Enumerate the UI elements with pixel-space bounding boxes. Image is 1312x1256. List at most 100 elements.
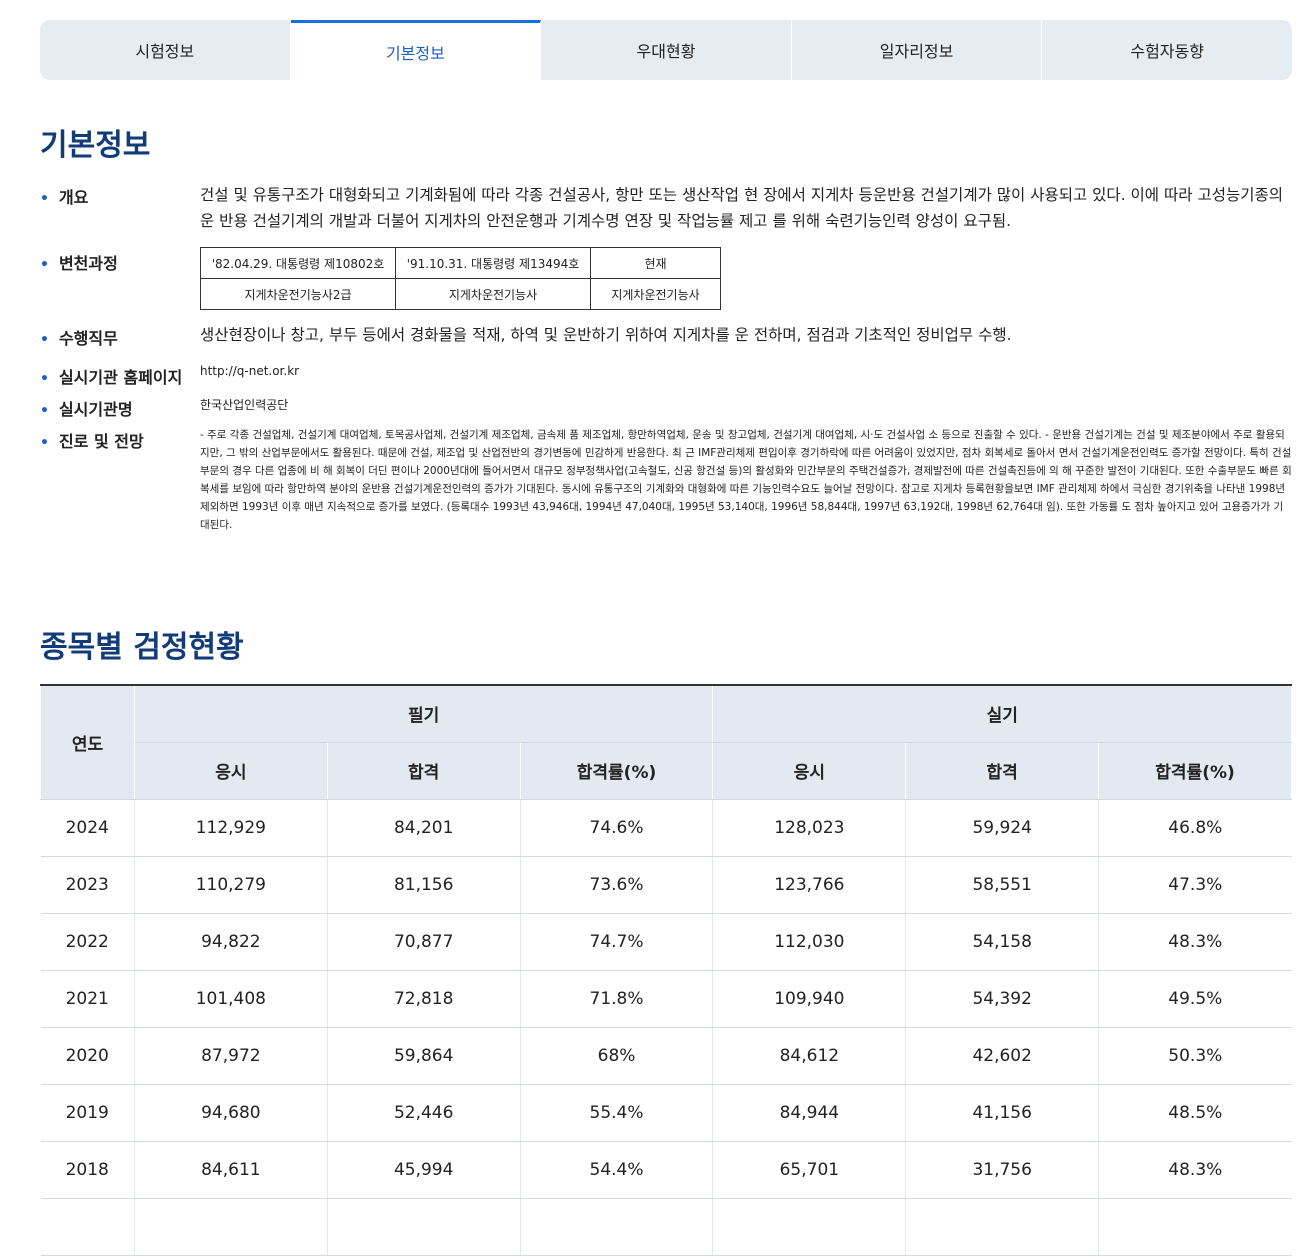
practical-rate-cell: 48.3% <box>1098 1141 1292 1199</box>
history-date-2: '91.10.31. 대통령령 제13494호 <box>395 247 591 279</box>
org-row: • 실시기관명 한국산업인력공단 <box>40 396 1292 420</box>
written-header: 필기 <box>133 684 714 743</box>
table-row: 2018 84,611 45,994 54.4% 65,701 31,756 48.3% <box>40 1141 1292 1199</box>
year-cell: 2023 <box>40 856 135 914</box>
written-passed-cell: 59,864 <box>327 1027 521 1085</box>
written-applicants-cell: 112,929 <box>134 799 328 857</box>
practical-header: 실기 <box>712 684 1292 743</box>
table-row: 2019 94,680 52,446 55.4% 84,944 41,156 48.5% <box>40 1084 1292 1142</box>
career-text: - 주로 각종 건설업체, 건설기계 대여업체, 토목공사업체, 건설기계 제조… <box>200 429 1292 532</box>
history-label: • 변천과정 <box>40 254 118 273</box>
tab-exam-info[interactable]: 시험정보 <box>40 20 291 80</box>
written-passed-header: 합격 <box>326 741 521 800</box>
written-passed-cell <box>327 1198 521 1256</box>
overview-row: • 개요 건설 및 유통구조가 대형화되고 기계화됨에 따라 각종 건설공사, 항… <box>40 184 1292 240</box>
stats-body: 2024 112,929 84,201 74.6% 128,023 59,924 46.8%… <box>40 799 1292 1256</box>
overview-label: • 개요 <box>40 188 89 207</box>
bullet-icon: • <box>40 403 49 419</box>
practical-passed-cell: 59,924 <box>905 799 1100 857</box>
written-applicants-cell: 110,279 <box>134 856 328 914</box>
written-rate-cell: 71.8% <box>520 970 714 1028</box>
written-applicants-cell: 94,822 <box>134 913 328 971</box>
practical-applicants-cell: 123,766 <box>712 856 907 914</box>
career-row: • 진로 및 전망 - 주로 각종 건설업체, 건설기계 대여업체, 토목공사업체… <box>40 428 1292 558</box>
history-table-wrap: '82.04.29. 대통령령 제10802호 '91.10.31. 대통령령 … <box>200 247 721 310</box>
history-table: '82.04.29. 대통령령 제10802호 '91.10.31. 대통령령 … <box>200 247 721 310</box>
practical-passed-header: 합격 <box>905 741 1100 800</box>
duty-row: • 수행직무 생산현장이나 창고, 부두 등에서 경화물을 적재, 하역 및 운반… <box>40 325 1292 353</box>
history-name-3: 지게차운전기능사 <box>590 278 721 310</box>
year-cell: 2020 <box>40 1027 135 1085</box>
practical-applicants-cell: 112,030 <box>712 913 907 971</box>
practical-rate-cell: 50.3% <box>1098 1027 1292 1085</box>
practical-passed-cell: 31,756 <box>905 1141 1100 1199</box>
practical-applicants-cell <box>712 1198 907 1256</box>
written-passed-cell: 81,156 <box>327 856 521 914</box>
basic-info-title: 기본정보 <box>40 128 151 163</box>
written-applicants-header: 응시 <box>133 741 328 800</box>
written-applicants-cell: 101,408 <box>134 970 328 1028</box>
stats-title: 종목별 검정현황 <box>40 630 244 665</box>
practical-applicants-cell: 84,944 <box>712 1084 907 1142</box>
homepage-link[interactable]: http://q-net.or.kr <box>200 364 299 378</box>
table-row: 2022 94,822 70,877 74.7% 112,030 54,158 48.3% <box>40 913 1292 971</box>
practical-applicants-cell: 65,701 <box>712 1141 907 1199</box>
duty-text: 생산현장이나 창고, 부두 등에서 경화물을 적재, 하역 및 운반하기 위하여… <box>200 326 1012 344</box>
homepage-label: • 실시기관 홈페이지 <box>40 368 183 387</box>
tab-job-info[interactable]: 일자리정보 <box>792 20 1043 80</box>
bullet-icon: • <box>40 371 49 387</box>
history-name-1: 지게차운전기능사2급 <box>200 278 396 310</box>
written-rate-cell <box>520 1198 714 1256</box>
history-name-2: 지게차운전기능사 <box>395 278 591 310</box>
written-applicants-cell: 94,680 <box>134 1084 328 1142</box>
table-row: 2024 112,929 84,201 74.6% 128,023 59,924 46.8% <box>40 799 1292 857</box>
practical-passed-cell: 54,158 <box>905 913 1100 971</box>
written-passed-cell: 70,877 <box>327 913 521 971</box>
practical-passed-cell: 54,392 <box>905 970 1100 1028</box>
practical-applicants-header: 응시 <box>712 741 907 800</box>
table-row: 2021 101,408 72,818 71.8% 109,940 54,392 49.5% <box>40 970 1292 1028</box>
bullet-icon: • <box>40 435 49 451</box>
written-passed-cell: 52,446 <box>327 1084 521 1142</box>
year-cell: 2024 <box>40 799 135 857</box>
practical-rate-cell: 47.3% <box>1098 856 1292 914</box>
written-rate-cell: 54.4% <box>520 1141 714 1199</box>
practical-applicants-cell: 109,940 <box>712 970 907 1028</box>
table-row <box>40 1198 1292 1256</box>
year-cell <box>40 1198 135 1256</box>
written-rate-cell: 55.4% <box>520 1084 714 1142</box>
year-cell: 2019 <box>40 1084 135 1142</box>
year-cell: 2018 <box>40 1141 135 1199</box>
practical-applicants-cell: 84,612 <box>712 1027 907 1085</box>
career-label: • 진로 및 전망 <box>40 432 144 451</box>
year-cell: 2021 <box>40 970 135 1028</box>
written-passed-cell: 45,994 <box>327 1141 521 1199</box>
bullet-icon: • <box>40 191 49 207</box>
tab-examinee-trend[interactable]: 수험자동향 <box>1042 20 1292 80</box>
homepage-row: • 실시기관 홈페이지 http://q-net.or.kr <box>40 364 1292 388</box>
tab-preference-status[interactable]: 우대현황 <box>541 20 792 80</box>
org-value: 한국산업인력공단 <box>200 398 289 412</box>
written-rate-cell: 74.7% <box>520 913 714 971</box>
table-row: 2023 110,279 81,156 73.6% 123,766 58,551 47.3% <box>40 856 1292 914</box>
bullet-icon: • <box>40 332 49 348</box>
year-cell: 2022 <box>40 913 135 971</box>
practical-passed-cell: 42,602 <box>905 1027 1100 1085</box>
written-passed-cell: 72,818 <box>327 970 521 1028</box>
practical-rate-cell: 49.5% <box>1098 970 1292 1028</box>
year-header: 연도 <box>40 684 135 800</box>
practical-rate-cell: 48.5% <box>1098 1084 1292 1142</box>
written-applicants-cell <box>134 1198 328 1256</box>
stats-table: 연도 필기 실기 응시 합격 합격률(%) 응시 합격 합격률(%) 2024 1… <box>40 684 1292 1256</box>
tab-basic-info[interactable]: 기본정보 <box>290 20 542 80</box>
practical-rate-cell <box>1098 1198 1292 1256</box>
written-applicants-cell: 87,972 <box>134 1027 328 1085</box>
history-row: • 변천과정 '82.04.29. 대통령령 제10802호 '91.10.31.… <box>40 247 1292 314</box>
practical-passed-cell <box>905 1198 1100 1256</box>
org-label: • 실시기관명 <box>40 400 133 419</box>
duty-label: • 수행직무 <box>40 329 118 348</box>
written-rate-cell: 68% <box>520 1027 714 1085</box>
practical-passed-cell: 58,551 <box>905 856 1100 914</box>
written-rate-cell: 73.6% <box>520 856 714 914</box>
practical-rate-cell: 48.3% <box>1098 913 1292 971</box>
